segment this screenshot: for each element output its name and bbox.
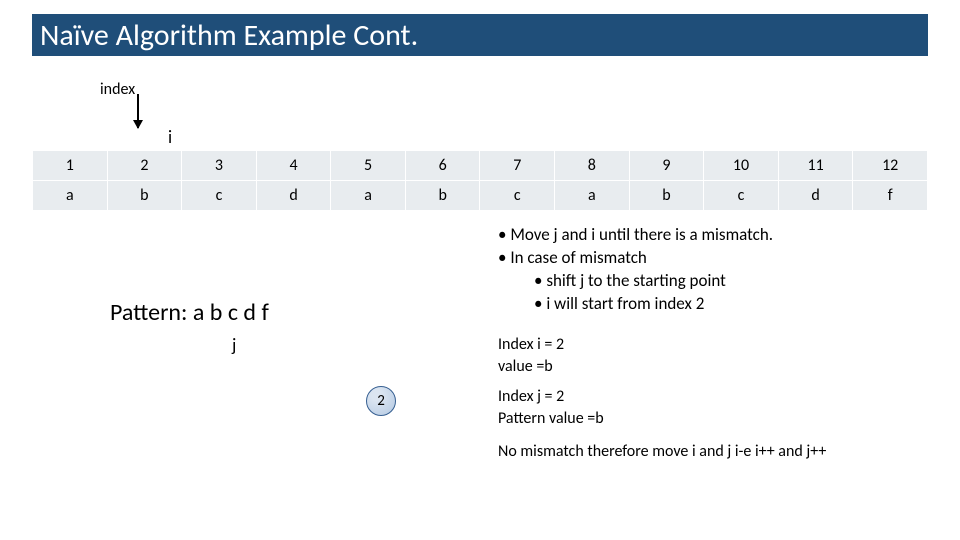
j-pointer-label: j — [232, 334, 236, 356]
table-row: 1 2 3 4 5 6 7 8 9 10 11 12 — [33, 151, 928, 181]
bullet-list: Move j and i until there is a mismatch. … — [498, 224, 773, 316]
arrow-down-icon — [137, 94, 139, 128]
table-row: a b c d a b c a b c d f — [33, 181, 928, 211]
cell: 5 — [331, 151, 406, 181]
pattern-label: Pattern: a b c d f — [110, 298, 269, 327]
title-bar: Naïve Algorithm Example Cont. — [32, 14, 928, 56]
cell: c — [480, 181, 555, 211]
cell: b — [405, 181, 480, 211]
cell: 8 — [555, 151, 630, 181]
step-circle: 2 — [366, 386, 396, 416]
i-pointer-label: i — [168, 126, 172, 148]
cell: f — [853, 181, 928, 211]
cell: 12 — [853, 151, 928, 181]
cell: 11 — [778, 151, 853, 181]
cell: c — [182, 181, 257, 211]
index-label: index — [100, 80, 135, 99]
slide: Naïve Algorithm Example Cont. index i 1 … — [0, 0, 960, 540]
status-line: Pattern value =b — [498, 408, 604, 430]
status-line: Index j = 2 — [498, 386, 604, 408]
cell: 6 — [405, 151, 480, 181]
status-line: value =b — [498, 356, 564, 378]
cell: 2 — [107, 151, 182, 181]
step-value: 2 — [377, 392, 385, 410]
page-title: Naïve Algorithm Example Cont. — [40, 17, 418, 54]
status-j: Index j = 2 Pattern value =b — [498, 386, 604, 429]
cell: b — [629, 181, 704, 211]
cell: 10 — [704, 151, 779, 181]
cell: d — [256, 181, 331, 211]
bullet-item: i will start from index 2 — [498, 293, 773, 316]
bullet-item: shift j to the starting point — [498, 270, 773, 293]
status-i: Index i = 2 value =b — [498, 334, 564, 377]
cell: a — [331, 181, 406, 211]
cell: 7 — [480, 151, 555, 181]
cell: d — [778, 181, 853, 211]
text-table: 1 2 3 4 5 6 7 8 9 10 11 12 a b c d a b c… — [32, 150, 928, 211]
cell: 9 — [629, 151, 704, 181]
bullet-item: In case of mismatch — [498, 247, 773, 270]
status-line: Index i = 2 — [498, 334, 564, 356]
cell: c — [704, 181, 779, 211]
cell: 1 — [33, 151, 108, 181]
cell: b — [107, 181, 182, 211]
bullet-item: Move j and i until there is a mismatch. — [498, 224, 773, 247]
cell: 3 — [182, 151, 257, 181]
cell: a — [33, 181, 108, 211]
status-final: No mismatch therefore move i and j i-e i… — [498, 442, 826, 461]
cell: a — [555, 181, 630, 211]
cell: 4 — [256, 151, 331, 181]
